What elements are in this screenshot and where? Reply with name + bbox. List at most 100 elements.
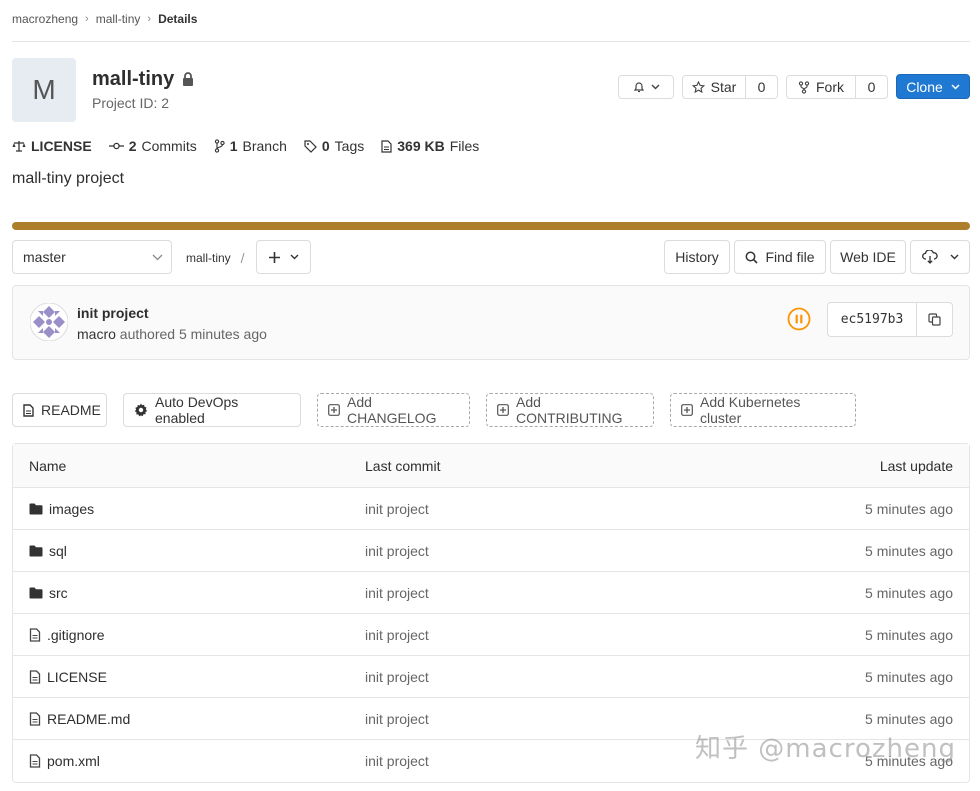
file-name-cell[interactable]: sql (29, 530, 67, 571)
project-id: Project ID: 2 (92, 95, 170, 111)
star-label: Star (710, 79, 737, 95)
history-button[interactable]: History (664, 240, 730, 274)
star-count[interactable]: 0 (746, 75, 778, 99)
lock-icon (182, 72, 194, 86)
column-header-last-commit: Last commit (365, 457, 441, 474)
auto-devops-button[interactable]: Auto DevOps enabled (123, 393, 301, 427)
commits-count: 2 (128, 138, 137, 154)
file-name-cell[interactable]: pom.xml (29, 740, 100, 782)
divider (12, 41, 970, 42)
star-button-group: Star 0 (682, 75, 778, 99)
file-name[interactable]: src (49, 585, 68, 601)
file-name[interactable]: sql (49, 543, 67, 559)
commit-author[interactable]: macro (77, 326, 116, 342)
last-commit-cell[interactable]: init project (365, 740, 429, 782)
stat-branch[interactable]: 1 Branch (214, 138, 287, 154)
clone-button[interactable]: Clone (896, 74, 970, 99)
add-contributing-button[interactable]: Add CONTRIBUTING (486, 393, 654, 427)
star-button[interactable]: Star (682, 75, 746, 99)
fork-count[interactable]: 0 (856, 75, 888, 99)
commits-label: Commits (141, 138, 197, 154)
breadcrumb-item-current[interactable]: Details (158, 12, 197, 26)
table-row[interactable]: .gitignore init project 5 minutes ago (13, 614, 969, 656)
web-ide-button[interactable]: Web IDE (830, 240, 906, 274)
chevron-down-icon (290, 254, 299, 260)
last-update-cell: 5 minutes ago (865, 626, 953, 643)
file-name[interactable]: LICENSE (47, 669, 107, 685)
last-commit-cell[interactable]: init project (365, 656, 429, 697)
gear-icon (134, 403, 148, 417)
copy-icon (928, 313, 941, 326)
project-stats: LICENSE 2 Commits 1 Branch 0 Tags 369 KB… (12, 137, 496, 155)
fork-button[interactable]: Fork (786, 75, 856, 99)
commit-sha[interactable]: ec5197b3 (827, 302, 917, 337)
file-name-cell[interactable]: .gitignore (29, 614, 105, 655)
file-name-cell[interactable]: LICENSE (29, 656, 107, 697)
folder-icon (29, 587, 43, 599)
commit-meta: macro authored 5 minutes ago (77, 326, 267, 342)
stat-tags[interactable]: 0 Tags (304, 138, 364, 154)
last-commit-cell[interactable]: init project (365, 698, 429, 739)
file-name[interactable]: .gitignore (47, 627, 105, 643)
branch-selector-label: master (23, 249, 66, 265)
add-to-tree-button[interactable] (256, 240, 311, 274)
path-separator: / (240, 250, 245, 266)
repository-languages-bar (12, 222, 970, 230)
file-name-cell[interactable]: README.md (29, 698, 130, 739)
last-commit-cell[interactable]: init project (365, 488, 429, 529)
branch-selector[interactable]: master (12, 240, 172, 274)
table-row[interactable]: images init project 5 minutes ago (13, 488, 969, 530)
table-row[interactable]: sql init project 5 minutes ago (13, 530, 969, 572)
plus-square-icon (681, 404, 693, 416)
folder-icon (29, 503, 43, 515)
file-icon (23, 403, 34, 417)
auto-devops-label: Auto DevOps enabled (155, 394, 239, 426)
readme-button[interactable]: README (12, 393, 107, 427)
fork-icon (798, 80, 810, 94)
project-avatar: M (12, 58, 76, 122)
author-avatar[interactable] (30, 303, 68, 341)
pipeline-paused-icon[interactable] (787, 307, 811, 331)
plus-square-icon (497, 404, 509, 416)
fork-button-group: Fork 0 (786, 75, 888, 99)
plus-square-icon (328, 404, 340, 416)
file-name[interactable]: pom.xml (47, 753, 100, 769)
commit-title[interactable]: init project (77, 305, 149, 321)
copy-sha-button[interactable] (917, 302, 953, 337)
file-icon (29, 627, 41, 642)
last-update-cell: 5 minutes ago (865, 668, 953, 685)
branch-label: Branch (242, 138, 287, 154)
commit-icon (108, 141, 124, 151)
scale-icon (12, 140, 26, 152)
path-root-link[interactable]: mall-tiny (186, 251, 231, 265)
files-size: 369 KB (397, 138, 445, 154)
notification-button[interactable] (618, 75, 674, 99)
stat-files[interactable]: 369 KB Files (381, 138, 479, 154)
breadcrumb: macrozheng › mall-tiny › Details (12, 11, 197, 27)
stat-commits[interactable]: 2 Commits (108, 138, 197, 154)
stat-license[interactable]: LICENSE (12, 138, 92, 154)
last-commit-cell[interactable]: init project (365, 614, 429, 655)
add-changelog-button[interactable]: Add CHANGELOG (317, 393, 470, 427)
last-commit-cell[interactable]: init project (365, 530, 429, 571)
watermark: 知乎 @macrozheng (695, 734, 956, 764)
file-name[interactable]: images (49, 501, 94, 517)
add-kubernetes-cluster-button[interactable]: Add Kubernetes cluster (670, 393, 856, 427)
find-file-label: Find file (765, 249, 815, 265)
commit-time: authored 5 minutes ago (119, 326, 267, 342)
download-button[interactable] (910, 240, 970, 274)
file-name-cell[interactable]: images (29, 488, 94, 529)
project-description: mall-tiny project (12, 170, 125, 187)
last-commit-cell[interactable]: init project (365, 572, 429, 613)
table-row[interactable]: LICENSE init project 5 minutes ago (13, 656, 969, 698)
commit-sha-group: ec5197b3 (827, 302, 953, 337)
breadcrumb-item-owner[interactable]: macrozheng (12, 12, 78, 26)
file-name[interactable]: README.md (47, 711, 130, 727)
chevron-down-icon (950, 254, 959, 260)
find-file-button[interactable]: Find file (734, 240, 826, 274)
add-contributing-label: Add CONTRIBUTING (516, 394, 623, 426)
file-icon (381, 139, 392, 153)
breadcrumb-item-project[interactable]: mall-tiny (96, 12, 141, 26)
file-name-cell[interactable]: src (29, 572, 68, 613)
table-row[interactable]: src init project 5 minutes ago (13, 572, 969, 614)
